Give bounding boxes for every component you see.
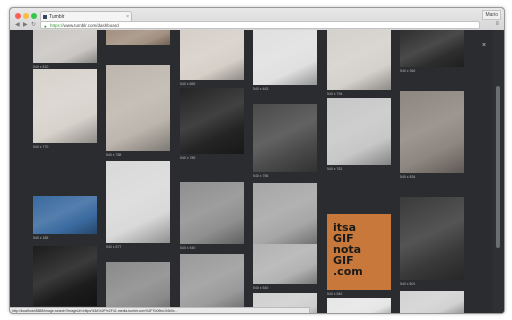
image-card[interactable]: 540 x 770 — [33, 69, 97, 151]
profile-button[interactable]: Mario — [482, 10, 501, 20]
image-dimensions-label: 540 x 770 — [33, 145, 49, 149]
photo-thumbnail[interactable] — [400, 291, 464, 313]
image-card[interactable]: 540 x 540 — [33, 246, 97, 313]
photo-thumbnail[interactable] — [33, 246, 97, 306]
image-card[interactable]: 540 x 834 — [400, 91, 464, 181]
image-dimensions-label: 540 x 463 — [253, 87, 269, 91]
menu-icon[interactable]: ≡ — [495, 21, 499, 27]
image-dimensions-label: 540 x 869 — [180, 82, 196, 86]
reload-button[interactable]: ↻ — [31, 21, 36, 29]
image-card[interactable]: 540 x 761 — [327, 98, 391, 173]
image-card[interactable]: 540 x 810 — [33, 30, 97, 71]
photo-thumbnail[interactable] — [180, 88, 244, 154]
image-card[interactable]: 540 x 801 — [400, 197, 464, 288]
photo-thumbnail[interactable] — [33, 30, 97, 63]
url-text: www.tumblr.com/dashboard — [63, 23, 119, 28]
photo-thumbnail[interactable] — [400, 91, 464, 173]
photo-thumbnail[interactable] — [106, 30, 170, 45]
image-dimensions-label: 540 x 788 — [106, 153, 122, 157]
image-card[interactable]: 540 x 869 — [180, 30, 244, 88]
image-card[interactable] — [106, 262, 170, 313]
image-card[interactable]: 540 x 789 — [180, 88, 244, 162]
status-bar: http://localhost:8888/image-search?image… — [10, 307, 310, 313]
photo-thumbnail[interactable] — [180, 254, 244, 313]
image-card[interactable]: 540 x 463 — [253, 30, 317, 93]
tab-close-icon[interactable]: × — [126, 12, 129, 21]
close-overlay-icon[interactable]: × — [482, 42, 486, 49]
photo-thumbnail[interactable] — [253, 183, 317, 245]
title-bar: Tumblr × Mario ◀ ▶ ↻ ● https://www.tumbl… — [10, 8, 504, 31]
image-dimensions-label: 540 x 756 — [253, 174, 269, 178]
browser-window: Tumblr × Mario ◀ ▶ ↻ ● https://www.tumbl… — [9, 7, 505, 314]
image-dimensions-label: 540 x 540 — [253, 286, 269, 290]
image-card[interactable] — [327, 298, 391, 313]
image-dimensions-label: 540 x 789 — [180, 156, 196, 160]
image-card[interactable] — [180, 254, 244, 313]
image-dimensions-label: 540 x 185 — [33, 236, 49, 240]
photo-thumbnail[interactable] — [253, 104, 317, 172]
image-card[interactable]: itsa GIF nota GIF .com 540 x 540 — [327, 214, 391, 298]
photo-thumbnail[interactable] — [327, 298, 391, 313]
image-card[interactable]: 540 x 800 — [253, 183, 317, 253]
image-card[interactable]: 540 x 877 — [106, 161, 170, 251]
image-card[interactable] — [106, 30, 170, 53]
address-bar[interactable]: ● https://www.tumblr.com/dashboard — [40, 21, 480, 29]
image-card[interactable]: 540 x 360 — [400, 30, 464, 75]
browser-tab[interactable]: Tumblr × — [40, 11, 132, 21]
image-dimensions-label: 540 x 834 — [400, 175, 416, 179]
photo-thumbnail[interactable]: itsa GIF nota GIF .com — [327, 214, 391, 290]
photo-thumbnail[interactable] — [253, 244, 317, 284]
image-dimensions-label: 540 x 794 — [327, 92, 343, 96]
image-dimensions-label: 540 x 360 — [400, 69, 416, 73]
lightbox-overlay: 540 x 810 540 x 770 540 x 185 540 x 540 540 … — [10, 30, 504, 313]
forward-button[interactable]: ▶ — [23, 21, 28, 29]
photo-thumbnail[interactable] — [180, 30, 244, 80]
image-dimensions-label: 540 x 540 — [327, 292, 343, 296]
gif-text: .com — [333, 265, 363, 278]
scrollbar-thumb[interactable] — [496, 86, 500, 248]
photo-thumbnail[interactable] — [33, 69, 97, 143]
photo-thumbnail[interactable] — [106, 161, 170, 243]
close-window-button[interactable] — [15, 13, 21, 19]
photo-thumbnail[interactable] — [106, 262, 170, 313]
image-card[interactable]: 540 x 794 — [327, 30, 391, 98]
photo-thumbnail[interactable] — [106, 65, 170, 151]
image-card[interactable]: 540 x 185 — [33, 196, 97, 242]
photo-thumbnail[interactable] — [400, 197, 464, 280]
image-card[interactable]: 540 x 756 — [253, 104, 317, 180]
image-card[interactable] — [400, 291, 464, 313]
back-button[interactable]: ◀ — [15, 21, 20, 29]
maximize-window-button[interactable] — [31, 13, 37, 19]
photo-thumbnail[interactable] — [400, 30, 464, 67]
image-dimensions-label: 540 x 540 — [180, 246, 196, 250]
photo-thumbnail[interactable] — [327, 98, 391, 165]
image-card[interactable]: 540 x 788 — [106, 65, 170, 159]
tab-title: Tumblr — [49, 14, 65, 20]
image-dimensions-label: 540 x 761 — [327, 167, 343, 171]
url-scheme: https:// — [50, 23, 64, 28]
image-card[interactable]: 540 x 540 — [253, 244, 317, 292]
photo-thumbnail[interactable] — [327, 30, 391, 90]
scrollbar[interactable] — [493, 30, 504, 313]
tumblr-favicon-icon — [43, 15, 47, 19]
image-dimensions-label: 540 x 801 — [400, 282, 416, 286]
photo-thumbnail[interactable] — [253, 30, 317, 85]
image-dimensions-label: 540 x 877 — [106, 245, 122, 249]
image-card[interactable]: 540 x 540 — [180, 182, 244, 252]
minimize-window-button[interactable] — [23, 13, 29, 19]
photo-thumbnail[interactable] — [180, 182, 244, 244]
lock-icon: ● — [44, 24, 47, 29]
photo-thumbnail[interactable] — [33, 196, 97, 234]
